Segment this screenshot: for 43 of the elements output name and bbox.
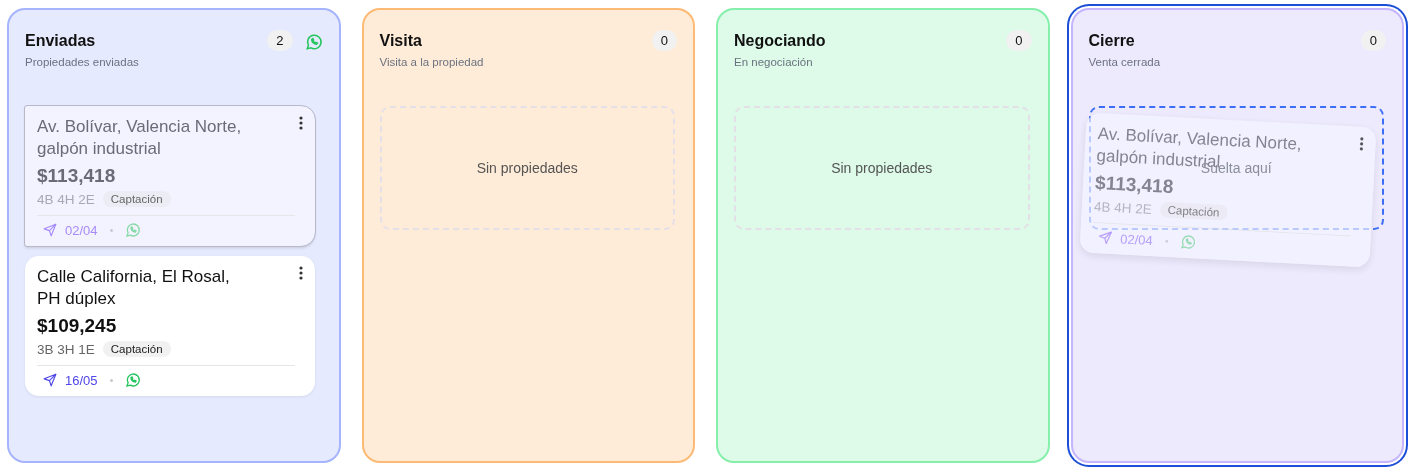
property-specs: 3B 3H 1E: [37, 341, 95, 357]
column-title: Cierre: [1088, 32, 1136, 50]
column-subtitle: En negociación: [734, 56, 814, 68]
property-specs: 4B 4H 2E: [1093, 198, 1152, 217]
property-address: Av. Bolívar, Valencia Norte, galpón industrial: [37, 116, 243, 160]
property-card[interactable]: Calle California, El Rosal, PH dúplex $109,245 3B 3H 1E Captación 16/05: [25, 256, 315, 396]
separator-dot: [109, 228, 113, 232]
count-badge: 0: [1006, 30, 1032, 51]
count-badge: 0: [1360, 30, 1386, 51]
column-title: Negociando: [734, 32, 826, 50]
column-subtitle: Visita a la propiedad: [379, 56, 484, 68]
property-address: Calle California, El Rosal, PH dúplex: [37, 266, 231, 310]
property-price: $113,418: [1094, 172, 1175, 200]
separator-dot: [1164, 239, 1168, 243]
property-specs: 4B 4H 2E: [37, 191, 95, 207]
more-icon[interactable]: [299, 266, 303, 280]
empty-dropzone: Sin propiedades: [379, 106, 675, 230]
status-tag: Captación: [102, 341, 171, 357]
property-card[interactable]: Av. Bolívar, Valencia Norte, galpón industrial $113,418 4B 4H 2E Captación 02/04: [25, 106, 315, 246]
column-subtitle: Venta cerrada: [1088, 56, 1161, 68]
sent-date: 02/04: [1119, 230, 1153, 248]
status-tag: Captación: [102, 191, 171, 207]
column-title: Visita: [379, 32, 423, 50]
send-icon: [1097, 230, 1113, 245]
send-icon: [43, 373, 57, 387]
count-badge: 2: [267, 30, 293, 51]
whatsapp-icon[interactable]: [304, 32, 323, 51]
send-icon: [43, 223, 57, 237]
whatsapp-icon[interactable]: [124, 222, 141, 238]
more-icon[interactable]: [299, 116, 303, 130]
separator-dot: [109, 378, 113, 382]
sent-date: 16/05: [65, 372, 98, 388]
property-price: $113,418: [37, 165, 117, 187]
empty-dropzone: Sin propiedades: [734, 106, 1030, 230]
column-title: Enviadas: [25, 32, 97, 50]
sent-date: 02/04: [65, 222, 98, 238]
property-price: $109,245: [37, 315, 118, 337]
status-tag: Captación: [1158, 201, 1228, 221]
count-badge: 0: [651, 30, 677, 51]
whatsapp-icon[interactable]: [1178, 233, 1196, 251]
whatsapp-icon[interactable]: [124, 372, 141, 388]
column-subtitle: Propiedades enviadas: [25, 56, 139, 68]
more-icon[interactable]: [1358, 136, 1364, 151]
